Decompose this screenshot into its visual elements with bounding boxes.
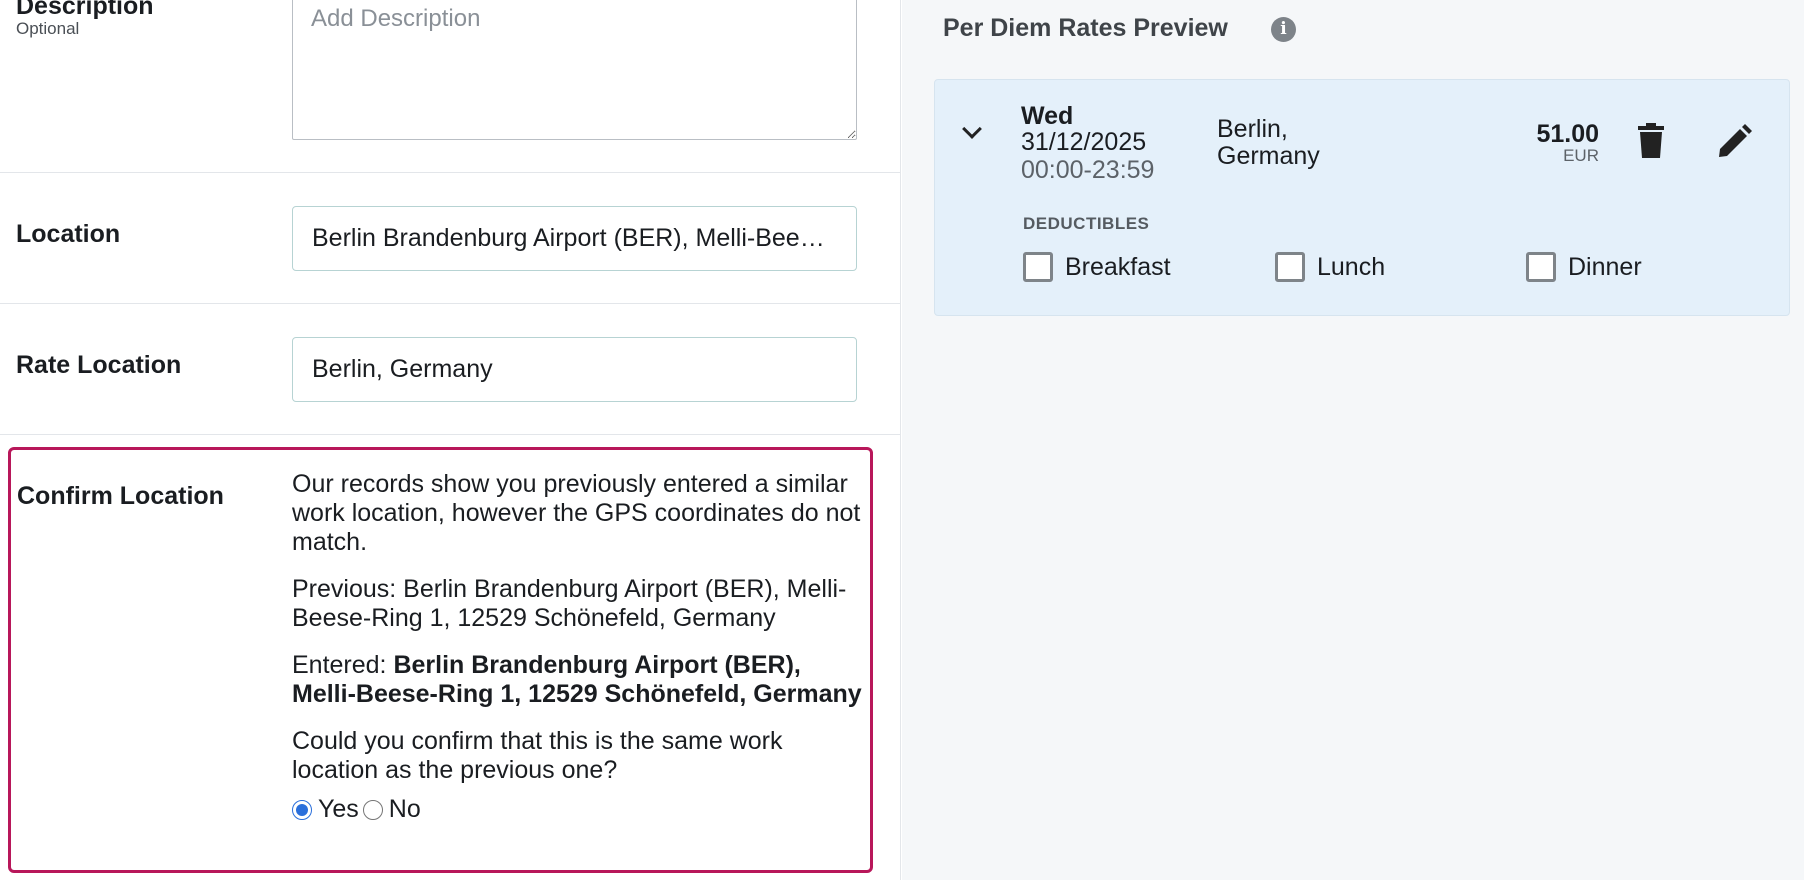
confirm-location-box: Confirm Location Our records show you pr… [8,447,873,873]
breakfast-checkbox-box[interactable] [1023,252,1053,282]
card-amount: 51.00 [1536,120,1599,148]
breakfast-label: Breakfast [1065,252,1171,281]
entered-location-text: Entered: Berlin Brandenburg Airport (BER… [292,651,862,709]
trash-icon[interactable] [1638,123,1664,164]
description-row: Description Optional [0,0,901,173]
description-textarea[interactable] [292,0,857,140]
card-location: Berlin, Germany [1217,115,1320,170]
info-icon[interactable]: i [1271,17,1296,42]
per-diem-card: Wed 31/12/2025 00:00-23:59 Berlin, Germa… [934,79,1790,316]
rate-location-label: Rate Location [16,351,182,379]
entered-prefix: Entered: [292,651,394,679]
card-date: 31/12/2025 [1021,128,1147,156]
confirm-question: Could you confirm that this is the same … [292,727,783,784]
pencil-icon[interactable] [1717,123,1753,164]
preview-title: Per Diem Rates Preview [943,14,1228,42]
description-optional-label: Optional [16,19,80,38]
card-time: 00:00-23:59 [1021,156,1155,184]
confirm-radio-group: Yes No [292,795,862,824]
location-input[interactable]: Berlin Brandenburg Airport (BER), Melli-… [292,206,857,271]
confirm-location-body: Our records show you previously entered … [292,470,862,824]
breakfast-checkbox[interactable]: Breakfast [1023,252,1171,282]
lunch-label: Lunch [1317,252,1386,281]
chevron-down-icon[interactable] [962,119,982,139]
previous-location-text: Previous: Berlin Brandenburg Airport (BE… [292,575,847,632]
lunch-checkbox[interactable]: Lunch [1275,252,1385,282]
lunch-checkbox-box[interactable] [1275,252,1305,282]
rate-location-input-value: Berlin, Germany [312,355,493,383]
location-label: Location [16,220,121,248]
no-radio-label[interactable]: No [389,795,421,824]
location-input-value: Berlin Brandenburg Airport (BER), Melli-… [312,224,837,252]
confirm-location-label: Confirm Location [17,482,224,510]
yes-radio[interactable] [292,799,312,820]
dinner-label: Dinner [1568,252,1642,281]
rate-location-row: Rate Location Berlin, Germany [0,304,901,435]
form-panel: Description Optional Location Berlin Bra… [0,0,901,880]
card-currency: EUR [1563,146,1599,165]
dinner-checkbox-box[interactable] [1526,252,1556,282]
yes-radio-label[interactable]: Yes [318,795,359,824]
deductibles-label: DEDUCTIBLES [1023,214,1150,233]
confirm-message: Our records show you previously entered … [292,470,861,556]
location-row: Location Berlin Brandenburg Airport (BER… [0,173,901,304]
rate-location-input[interactable]: Berlin, Germany [292,337,857,402]
no-radio[interactable] [362,799,383,820]
description-label: Description [16,0,154,20]
card-day: Wed [1021,102,1074,130]
dinner-checkbox[interactable]: Dinner [1526,252,1642,282]
